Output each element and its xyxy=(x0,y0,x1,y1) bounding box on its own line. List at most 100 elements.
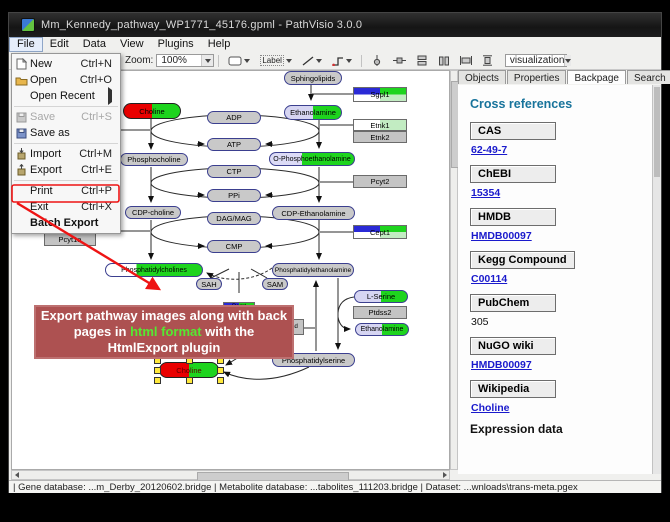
node-o-phosphoethanolamine[interactable]: O-Phosphoethanolamine xyxy=(269,152,355,166)
canvas-horizontal-scrollbar[interactable] xyxy=(11,470,450,480)
node-adp[interactable]: ADP xyxy=(207,111,261,124)
menu-file[interactable]: File xyxy=(9,37,43,52)
node-sah[interactable]: SAH xyxy=(196,278,222,290)
zoom-value: 100% xyxy=(161,55,187,66)
xref-section-cas: CAS 62-49-7 xyxy=(470,121,652,156)
tab-objects[interactable]: Objects xyxy=(458,70,506,84)
common-width-button[interactable] xyxy=(457,53,475,68)
visualization-combobox[interactable]: visualization xyxy=(505,54,567,67)
selection-handle[interactable] xyxy=(186,377,193,384)
zoom-label: Zoom: xyxy=(125,55,153,66)
callout-line1: Export pathway images along with back xyxy=(41,308,287,324)
app-icon xyxy=(21,18,35,32)
file-menu-new[interactable]: NewCtrl+N xyxy=(12,56,120,72)
selection-handle[interactable] xyxy=(154,377,161,384)
node-ethanolamine-bottom[interactable]: Ethanolamine xyxy=(355,323,409,336)
file-menu-export[interactable]: ExportCtrl+E xyxy=(12,162,120,178)
menu-bar: File Edit Data View Plugins Help xyxy=(9,37,661,53)
stack-vertical-button[interactable] xyxy=(413,53,431,68)
file-menu-batch-export[interactable]: Batch Export xyxy=(12,215,120,231)
node-atp[interactable]: ATP xyxy=(207,138,261,151)
stack-vertical-icon xyxy=(416,55,428,66)
callout-line2-highlight: html format xyxy=(130,324,202,339)
save-as-disk-icon xyxy=(12,128,30,139)
panel-scroll-thumb[interactable] xyxy=(654,87,660,177)
node-cept1[interactable]: Cept1 xyxy=(353,225,407,239)
node-ctp[interactable]: CTP xyxy=(207,165,261,178)
xref-link[interactable]: HMDB00097 xyxy=(471,230,532,242)
file-menu-import[interactable]: ImportCtrl+M xyxy=(12,146,120,162)
selection-handle[interactable] xyxy=(217,367,224,374)
gene-node-icon xyxy=(228,56,242,66)
xref-link[interactable]: 15354 xyxy=(471,187,500,199)
node-ppi[interactable]: PPi xyxy=(207,189,261,202)
common-height-button[interactable] xyxy=(479,53,497,68)
scroll-left-icon[interactable] xyxy=(12,471,21,479)
gene-node-button[interactable] xyxy=(225,54,253,68)
xref-link[interactable]: HMDB00097 xyxy=(471,359,532,371)
node-phosphatidylcholines[interactable]: Phosphatidylcholines xyxy=(105,263,203,277)
xref-link[interactable]: C00114 xyxy=(471,273,507,285)
selection-handle[interactable] xyxy=(217,377,224,384)
align-center-horizontal-button[interactable] xyxy=(368,53,386,68)
line-tool-button[interactable] xyxy=(299,54,325,68)
node-sphingolipids[interactable]: Sphingolipids xyxy=(284,71,342,85)
title-bar[interactable]: Mm_Kennedy_pathway_WP1771_45176.gpml - P… xyxy=(9,13,661,37)
window-title: Mm_Kennedy_pathway_WP1771_45176.gpml - P… xyxy=(41,19,362,31)
xref-link[interactable]: Choline xyxy=(471,402,510,414)
zoom-caret-icon[interactable] xyxy=(201,55,213,66)
file-menu-open-recent[interactable]: Open Recent xyxy=(12,88,120,104)
node-phosphocholine[interactable]: Phosphocholine xyxy=(120,153,188,166)
xref-db-name: HMDB xyxy=(470,208,556,226)
node-ethanolamine[interactable]: Ethanolamine xyxy=(284,105,342,120)
menu-help[interactable]: Help xyxy=(201,37,238,52)
file-menu-print[interactable]: PrintCtrl+P xyxy=(12,183,120,199)
tab-search[interactable]: Search xyxy=(627,70,670,84)
connector-icon xyxy=(332,56,344,66)
xref-link[interactable]: 62-49-7 xyxy=(471,144,507,156)
side-panel-tabs: Objects Properties Backpage Search Legen… xyxy=(458,70,661,86)
menu-data[interactable]: Data xyxy=(76,37,113,52)
callout-line2-pre: pages in xyxy=(74,324,130,339)
scroll-right-icon[interactable] xyxy=(440,471,449,479)
node-etnk1[interactable]: Etnk1 xyxy=(353,119,407,131)
tab-backpage[interactable]: Backpage xyxy=(567,70,625,84)
node-dag-mag[interactable]: DAG/MAG xyxy=(207,212,261,225)
node-l-serine[interactable]: L-Serine xyxy=(354,290,408,303)
file-menu-open[interactable]: OpenCtrl+O xyxy=(12,72,120,88)
node-ptdss2[interactable]: Ptdss2 xyxy=(353,306,407,319)
panel-scrollbar[interactable] xyxy=(652,85,661,474)
node-choline[interactable]: Choline xyxy=(123,103,181,119)
connector-tool-button[interactable] xyxy=(329,54,355,68)
cross-references-heading: Cross references xyxy=(470,97,652,111)
menu-edit[interactable]: Edit xyxy=(43,37,76,52)
node-cdp-ethanolamine[interactable]: CDP-Ethanolamine xyxy=(272,206,355,220)
file-menu-save-as[interactable]: Save as xyxy=(12,125,120,141)
node-sam[interactable]: SAM xyxy=(262,278,288,290)
menu-plugins[interactable]: Plugins xyxy=(151,37,201,52)
canvas-vertical-scrollbar[interactable] xyxy=(450,70,458,470)
node-phosphatidylethanolamine[interactable]: Phosphatidylethanolamine xyxy=(272,263,354,277)
common-height-icon xyxy=(482,55,494,66)
node-pcyt2[interactable]: Pcyt2 xyxy=(353,175,407,188)
node-choline-selected[interactable]: Choline xyxy=(159,362,219,378)
tab-properties[interactable]: Properties xyxy=(507,70,567,84)
xref-section-wikipedia: Wikipedia Choline xyxy=(470,379,652,414)
visualization-caret-icon[interactable] xyxy=(564,55,571,66)
annotation-callout: Export pathway images along with back pa… xyxy=(34,305,294,359)
selection-handle[interactable] xyxy=(154,367,161,374)
zoom-combobox[interactable]: 100% xyxy=(156,54,214,67)
node-cdp-choline[interactable]: CDP-choline xyxy=(125,206,181,219)
node-sgpl1[interactable]: Sgpl1 xyxy=(353,87,407,102)
node-pcyt1a[interactable]: Pcyt1a xyxy=(44,233,96,246)
menu-view[interactable]: View xyxy=(113,37,151,52)
node-cmp[interactable]: CMP xyxy=(207,240,261,253)
callout-line2: pages in html format with the xyxy=(74,324,255,340)
align-center-vertical-button[interactable] xyxy=(390,53,409,68)
align-center-vertical-icon xyxy=(393,55,406,66)
file-menu-exit[interactable]: ExitCtrl+X xyxy=(12,199,120,215)
xref-db-name: CAS xyxy=(470,122,556,140)
stack-horizontal-button[interactable] xyxy=(435,53,453,68)
node-etnk2[interactable]: Etnk2 xyxy=(353,131,407,143)
label-node-button[interactable]: Label xyxy=(257,53,295,68)
